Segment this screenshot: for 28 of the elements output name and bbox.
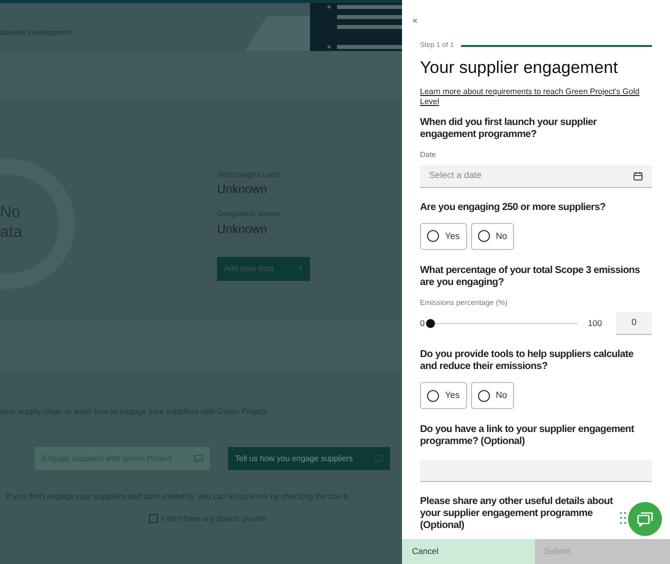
calendar-icon	[633, 170, 643, 181]
slider-min: 0	[420, 317, 425, 330]
question-text: When did you first launch your supplier engagement programme?	[420, 116, 598, 140]
chat-icon	[194, 454, 203, 462]
radio-option[interactable]: Yes	[420, 382, 467, 409]
question-text: Please share any other useful details about your supplier engagement programme (Optional)	[420, 496, 614, 532]
question-text: Do you have a link to your supplier engagement programme? (Optional)	[420, 424, 636, 448]
radio-option[interactable]: No	[470, 222, 514, 250]
chat-icon	[374, 454, 383, 462]
question-text: What percentage of your total Scope 3 emissions are you engaging?	[420, 264, 641, 289]
radio-option[interactable]: No	[470, 382, 514, 409]
checkbox[interactable]	[149, 514, 158, 524]
close-button[interactable]: ×	[412, 17, 418, 27]
radio-option[interactable]: Yes	[420, 222, 467, 250]
plus-icon: +	[298, 262, 303, 274]
cancel-button[interactable]: Cancel	[402, 539, 535, 564]
drawer-title: Your supplier engagement	[420, 56, 619, 78]
question-text: Do you provide tools to help suppliers calculate and reduce their emissions?	[420, 349, 634, 373]
percentage-field[interactable]: 0	[616, 312, 652, 335]
chat-icon	[637, 512, 653, 526]
slider-max: 100	[588, 317, 602, 330]
link-field[interactable]	[420, 460, 652, 482]
engage-button[interactable]: Tell us how you engage suppliers	[228, 447, 390, 470]
requirements-link[interactable]: Learn more about requirements to reach Green Project's Gold Level	[420, 86, 652, 106]
slider-thumb[interactable]	[426, 319, 435, 328]
question-text: Are you engaging 250 or more suppliers?	[420, 202, 607, 214]
chat-button[interactable]	[628, 502, 662, 536]
drag-handle-icon[interactable]	[620, 512, 626, 524]
